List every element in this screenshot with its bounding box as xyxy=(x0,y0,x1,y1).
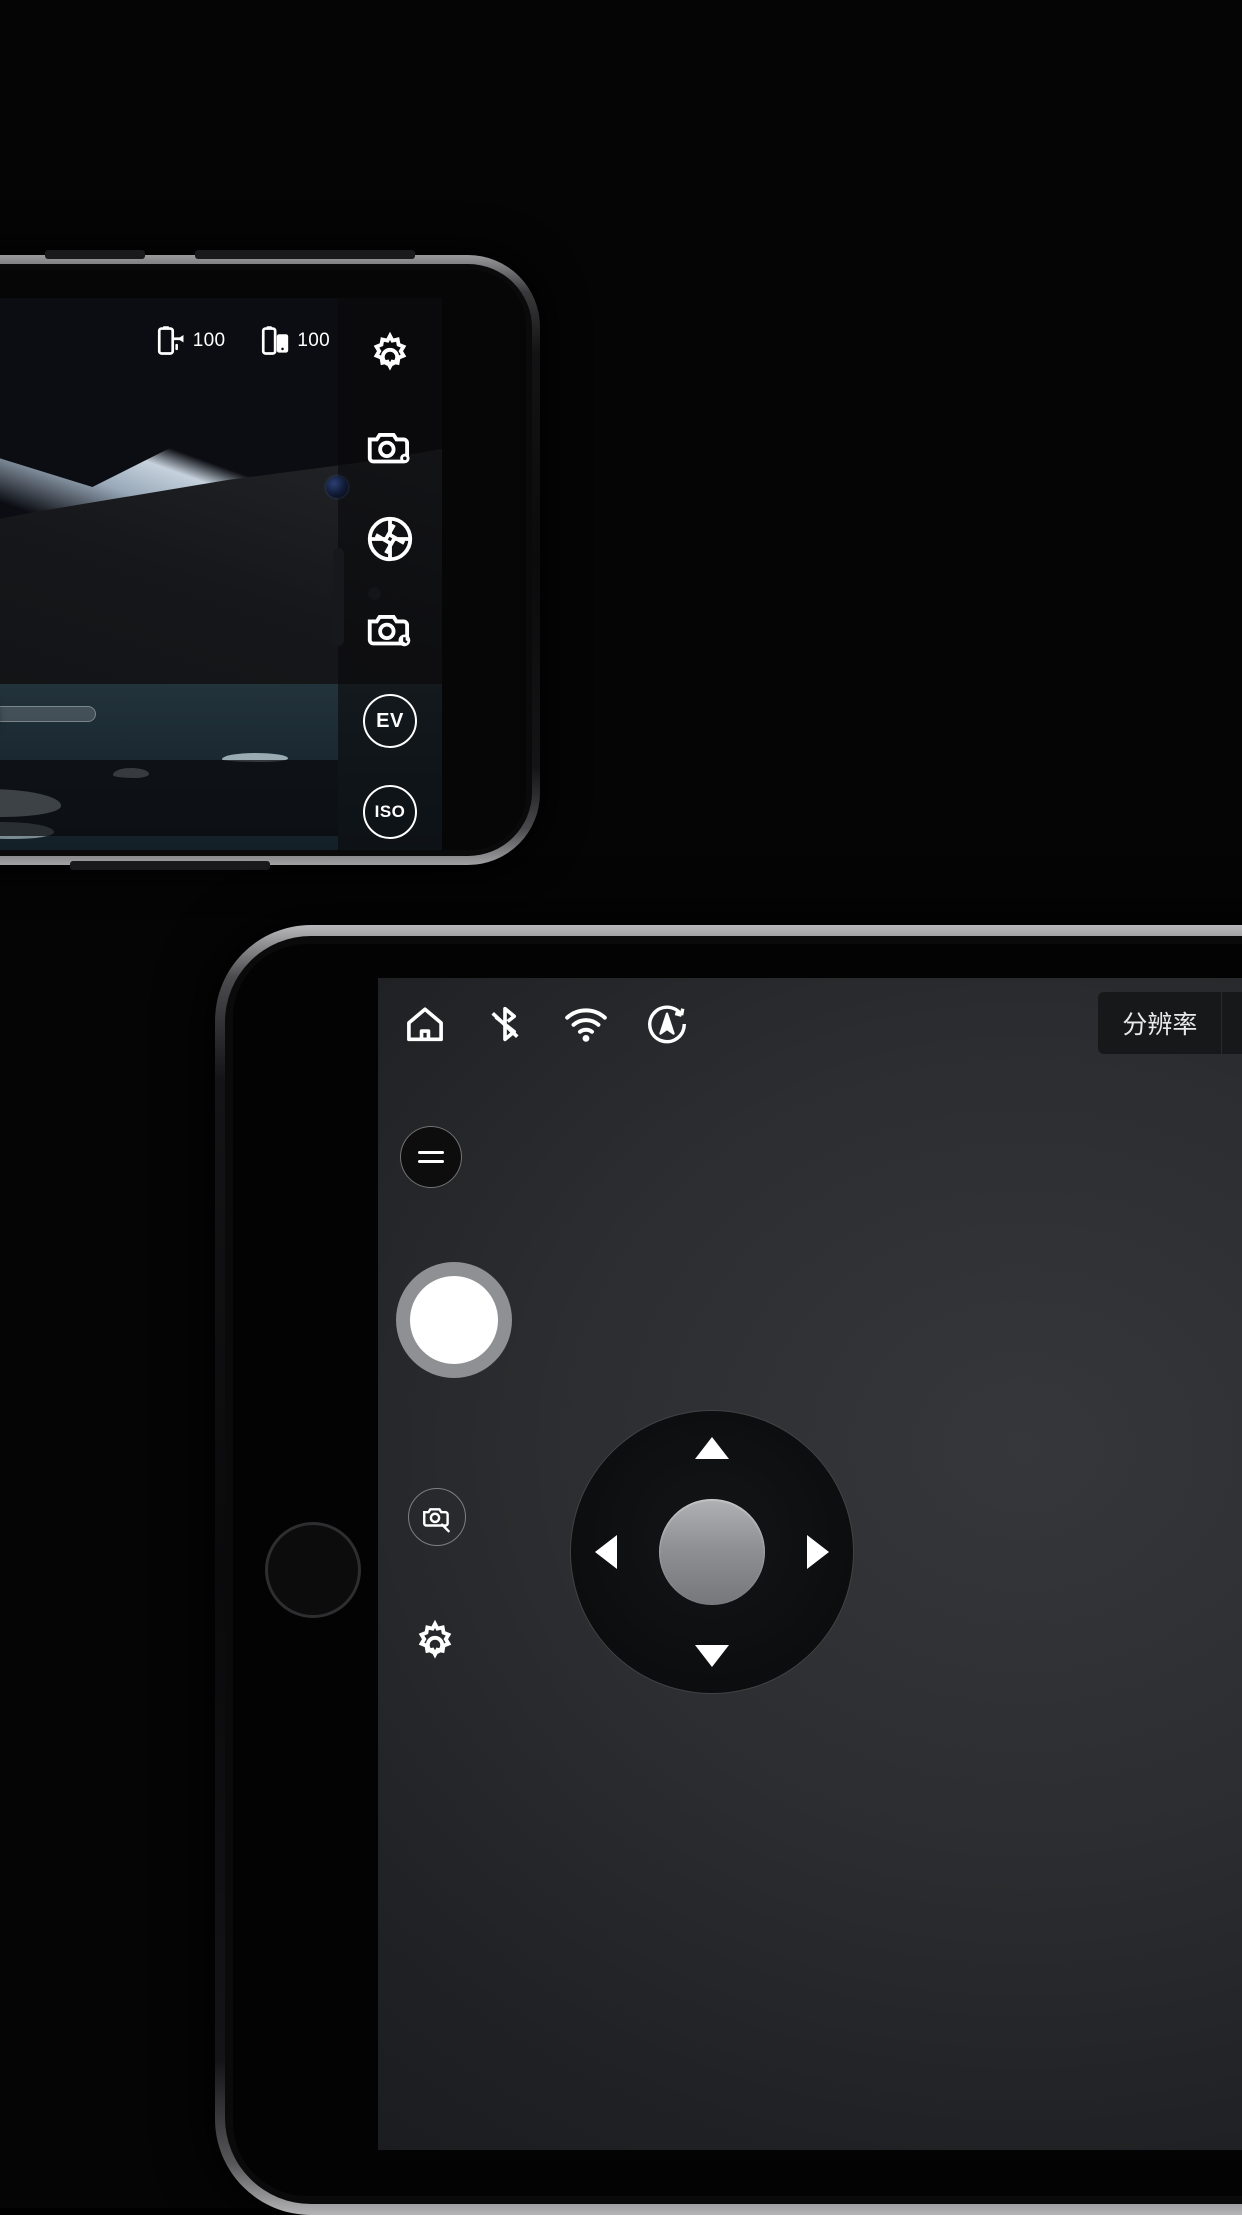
dpad-left-button[interactable] xyxy=(595,1535,617,1569)
phone-battery-value: 100 xyxy=(297,330,330,351)
menu-button[interactable] xyxy=(400,1126,462,1188)
dpad-right-button[interactable] xyxy=(807,1535,829,1569)
navigation-button[interactable] xyxy=(644,1001,690,1052)
phone-device-camera-preview: EV ISO 100 100 xyxy=(0,250,540,870)
phone-battery-indicator: 100 xyxy=(259,324,330,358)
home-icon xyxy=(407,1007,443,1042)
wifi-button[interactable] xyxy=(562,1000,610,1053)
zoom-slider[interactable] xyxy=(0,706,96,722)
phone2-screen[interactable]: 分辨率 FPS 间隔 xyxy=(378,978,1242,2150)
iso-button[interactable]: ISO xyxy=(363,785,417,839)
phone1-bottom-bar: 0 AWB xyxy=(0,760,338,836)
camera-switch-button[interactable] xyxy=(408,1488,466,1546)
dpad-up-button[interactable] xyxy=(695,1437,729,1459)
bluetooth-off-icon xyxy=(491,1006,519,1042)
earpiece-speaker xyxy=(333,548,344,646)
front-camera-lens xyxy=(326,476,348,498)
navigation-circle-icon xyxy=(648,1005,686,1044)
gear-icon xyxy=(418,1619,452,1659)
phone1-edge-button-1[interactable] xyxy=(45,250,145,259)
phone-device-remote-control: 分辨率 FPS 间隔 xyxy=(215,925,1242,2215)
phone1-status-bar: 100 100 xyxy=(155,324,330,358)
camera-settings-button[interactable] xyxy=(363,421,417,475)
ev-button[interactable]: EV xyxy=(363,694,417,748)
camera-battery-indicator: 100 xyxy=(155,324,226,358)
settings-button-phone2[interactable] xyxy=(408,1618,462,1672)
phone1-glass: EV ISO 100 100 xyxy=(0,270,526,850)
camera-battery-value: 100 xyxy=(192,330,226,351)
aperture-icon xyxy=(367,516,413,562)
wifi-icon xyxy=(565,1008,607,1042)
tab-resolution[interactable]: 分辨率 xyxy=(1098,992,1221,1054)
ev-label: EV xyxy=(376,709,404,732)
settings-button[interactable] xyxy=(363,330,417,384)
phone1-edge-button-3[interactable] xyxy=(70,861,270,870)
direction-pad[interactable] xyxy=(570,1410,854,1694)
hamburger-menu-icon xyxy=(418,1160,444,1163)
iso-label: ISO xyxy=(374,802,406,821)
proximity-sensor xyxy=(368,587,381,600)
bluetooth-button[interactable] xyxy=(482,1001,528,1052)
shutter-icon xyxy=(410,1276,498,1364)
phone2-glass: 分辨率 FPS 间隔 xyxy=(233,944,1242,2196)
camera-battery-icon xyxy=(157,326,184,355)
dpad-center-nub[interactable] xyxy=(659,1499,765,1605)
camera-gear-icon xyxy=(367,433,410,464)
gear-icon xyxy=(373,331,407,371)
home-button[interactable] xyxy=(402,1001,448,1052)
shutter-button[interactable] xyxy=(396,1262,512,1378)
hamburger-menu-icon xyxy=(418,1151,444,1154)
phone1-screen[interactable]: EV ISO 100 100 xyxy=(0,298,442,850)
phone-battery-icon xyxy=(262,326,289,355)
settings-tab-strip: 分辨率 FPS 间隔 xyxy=(1098,992,1242,1054)
phone2-status-icons xyxy=(402,1000,690,1053)
dpad-down-button[interactable] xyxy=(695,1645,729,1667)
aperture-button[interactable] xyxy=(363,512,417,566)
phone1-control-rail: EV ISO xyxy=(338,298,442,850)
tab-fps[interactable]: FPS xyxy=(1221,992,1242,1054)
phone1-edge-button-2[interactable] xyxy=(195,250,415,259)
timer-button[interactable] xyxy=(363,603,417,657)
phone2-home-button[interactable] xyxy=(265,1522,361,1618)
camera-switch-icon xyxy=(423,1508,450,1533)
camera-timer-icon xyxy=(367,615,411,647)
